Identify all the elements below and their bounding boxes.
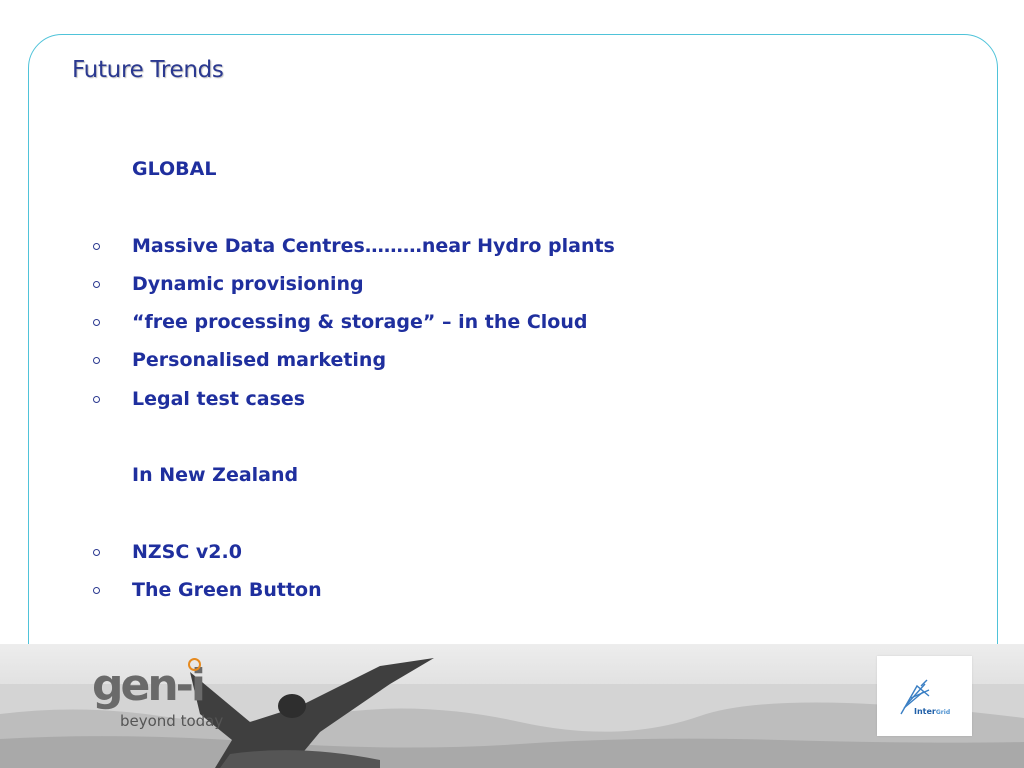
bullet-icon <box>93 395 100 403</box>
intergrid-name-main: Inter <box>914 707 936 716</box>
body-line: “free processing & storage” – in the Clo… <box>90 307 970 345</box>
intergrid-wordmark: InterGrid <box>914 707 950 716</box>
body-line: GLOBAL <box>90 154 970 192</box>
bullet-icon <box>93 548 100 556</box>
gen-i-tagline: beyond today <box>120 712 224 730</box>
body-line-text: Personalised marketing <box>132 349 387 372</box>
body-line-text: Massive Data Centres………near Hydro plants <box>132 234 615 257</box>
gen-i-logo-ring-icon <box>188 658 201 671</box>
bullet-icon <box>93 319 100 327</box>
body-line-text: In New Zealand <box>132 464 299 487</box>
intergrid-tower-icon <box>900 679 930 715</box>
body-line-text: GLOBAL <box>132 158 217 180</box>
body-line-text: Legal test cases <box>132 387 306 410</box>
bullet-icon <box>93 242 100 250</box>
intergrid-logo: InterGrid <box>877 656 972 736</box>
body-line: Legal test cases <box>90 384 970 422</box>
bullet-icon <box>93 587 100 595</box>
body-line: The Green Button <box>90 575 970 613</box>
body-line: NZSC v2.0 <box>90 537 970 575</box>
body-line: Personalised marketing <box>90 345 970 383</box>
slide-title: Future Trends <box>72 57 224 83</box>
body-line-text: Dynamic provisioning <box>132 272 364 295</box>
body-line-text: “free processing & storage” – in the Clo… <box>132 311 588 334</box>
body-line: Massive Data Centres………near Hydro plants <box>90 231 970 269</box>
bullet-icon <box>93 357 100 365</box>
body-line: Dynamic provisioning <box>90 269 970 307</box>
gen-i-logo: gen-i beyond today <box>92 658 223 730</box>
slide-body: GLOBAL Massive Data Centres………near Hydro … <box>90 154 970 614</box>
body-line: In New Zealand <box>90 460 970 498</box>
body-line-text: The Green Button <box>132 579 322 602</box>
gen-i-logo-word: gen-i <box>92 660 206 711</box>
intergrid-name-small: Grid <box>935 709 951 716</box>
body-line-text: NZSC v2.0 <box>132 540 242 563</box>
bullet-icon <box>93 280 100 288</box>
